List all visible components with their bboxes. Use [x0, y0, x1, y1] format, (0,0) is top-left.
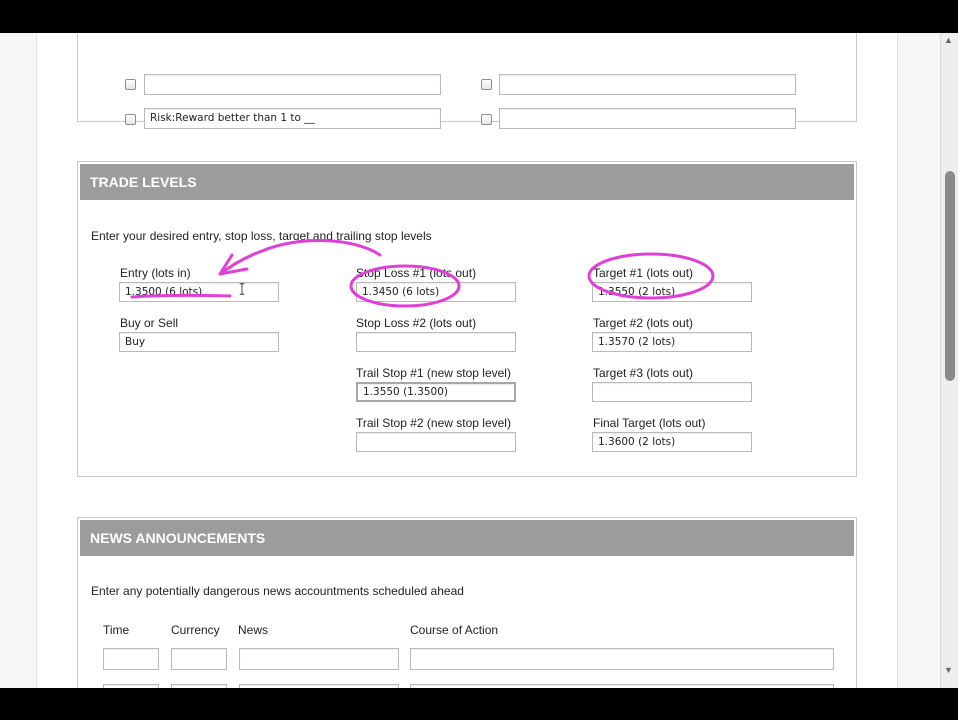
news-header: NEWS ANNOUNCEMENTS: [80, 520, 854, 556]
criteria-field-right-1[interactable]: [499, 74, 796, 95]
stop-loss-1-label: Stop Loss #1 (lots out): [356, 266, 477, 280]
final-target-label: Final Target (lots out): [593, 416, 706, 430]
trail-stop-1-field[interactable]: 1.3550 (1.3500): [356, 382, 516, 402]
news-col-news: News: [238, 623, 269, 637]
news-time-input-2[interactable]: [103, 684, 159, 688]
target-3-label: Target #3 (lots out): [593, 366, 694, 380]
news-time-input[interactable]: [103, 648, 159, 670]
vertical-scrollbar[interactable]: ▲ ▼: [940, 33, 958, 688]
news-action-input[interactable]: [410, 648, 834, 670]
buy-sell-label: Buy or Sell: [120, 316, 179, 330]
trade-levels-header: TRADE LEVELS: [80, 164, 854, 200]
criteria-checkbox-left-1[interactable]: [125, 79, 136, 90]
criteria-field-risk-reward[interactable]: Risk:Reward better than 1 to __: [144, 108, 441, 129]
news-col-currency: Currency: [171, 623, 220, 637]
trade-levels-panel: TRADE LEVELS Enter your desired entry, s…: [77, 161, 857, 477]
text-cursor-icon: [239, 283, 245, 295]
entry-label: Entry (lots in): [120, 266, 191, 280]
browser-viewport: Risk:Reward better than 1 to __ TRADE LE…: [0, 33, 958, 688]
criteria-field-right-2[interactable]: [499, 108, 796, 129]
scroll-thumb[interactable]: [945, 171, 955, 381]
news-news-input[interactable]: [239, 648, 399, 670]
buy-sell-field[interactable]: Buy: [119, 332, 279, 352]
criteria-checkbox-right-2[interactable]: [481, 114, 492, 125]
news-col-course-of-action: Course of Action: [410, 623, 499, 637]
news-currency-input[interactable]: [171, 648, 227, 670]
news-news-input-2[interactable]: [239, 684, 399, 688]
news-col-time: Time: [103, 623, 130, 637]
news-currency-input-2[interactable]: [171, 684, 227, 688]
trail-stop-2-field[interactable]: [356, 432, 516, 452]
criteria-panel: Risk:Reward better than 1 to __: [77, 33, 857, 129]
criteria-checkbox-right-1[interactable]: [481, 79, 492, 90]
criteria-field-left-1[interactable]: [144, 74, 441, 95]
target-2-field[interactable]: 1.3570 (2 lots): [592, 332, 752, 352]
stop-loss-1-field[interactable]: 1.3450 (6 lots): [356, 282, 516, 302]
scroll-up-icon[interactable]: ▲: [944, 35, 953, 45]
stop-loss-2-field[interactable]: [356, 332, 516, 352]
trail-stop-1-label: Trail Stop #1 (new stop level): [356, 366, 511, 380]
target-1-field[interactable]: 1.3550 (2 lots): [592, 282, 752, 302]
news-intro: Enter any potentially dangerous news acc…: [91, 584, 464, 598]
target-1-label: Target #1 (lots out): [593, 266, 694, 280]
scroll-down-icon[interactable]: ▼: [944, 665, 953, 675]
trade-levels-intro: Enter your desired entry, stop loss, tar…: [91, 229, 432, 243]
news-action-input-2[interactable]: [410, 684, 834, 688]
news-panel: NEWS ANNOUNCEMENTS Enter any potentially…: [77, 517, 857, 688]
entry-field[interactable]: 1.3500 (6 lots): [119, 282, 279, 302]
target-3-field[interactable]: [592, 382, 752, 402]
stop-loss-2-label: Stop Loss #2 (lots out): [356, 316, 477, 330]
final-target-field[interactable]: 1.3600 (2 lots): [592, 432, 752, 452]
target-2-label: Target #2 (lots out): [593, 316, 694, 330]
criteria-checkbox-left-2[interactable]: [125, 114, 136, 125]
trail-stop-2-label: Trail Stop #2 (new stop level): [356, 416, 511, 430]
